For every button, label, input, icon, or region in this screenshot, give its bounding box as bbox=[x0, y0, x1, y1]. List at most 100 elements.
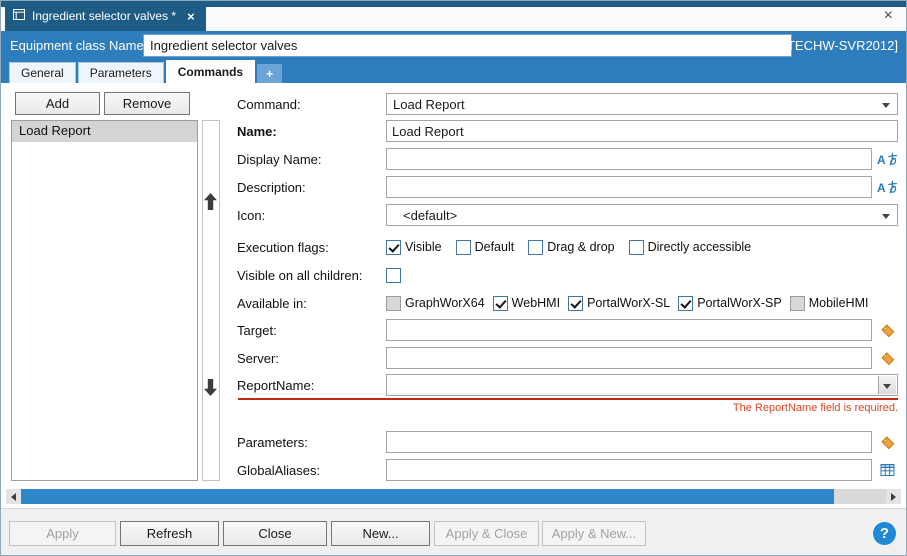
command-combobox[interactable]: Load Report bbox=[386, 93, 898, 115]
window-close-icon[interactable]: × bbox=[884, 8, 893, 24]
refresh-button[interactable]: Refresh bbox=[120, 521, 219, 546]
scroll-right-icon[interactable] bbox=[886, 489, 901, 504]
execution-flags-label: Execution flags: bbox=[237, 240, 386, 255]
checkbox-label: Drag & drop bbox=[547, 240, 614, 254]
report-name-dropdown-button[interactable] bbox=[878, 376, 896, 394]
remove-button[interactable]: Remove bbox=[104, 92, 190, 115]
icon-value: <default> bbox=[403, 208, 457, 223]
move-down-icon[interactable] bbox=[204, 379, 217, 401]
report-name-row: ReportName: bbox=[237, 374, 898, 396]
checkbox-visible-on-all-children[interactable] bbox=[386, 268, 401, 283]
tab-commands[interactable]: Commands bbox=[166, 60, 255, 83]
localization-icon[interactable]: A bbox=[876, 150, 898, 168]
icon-label: Icon: bbox=[237, 208, 386, 223]
parameters-row: Parameters: bbox=[237, 431, 898, 453]
target-input[interactable] bbox=[386, 319, 872, 341]
scrollbar-track[interactable] bbox=[21, 489, 886, 504]
svg-text:A: A bbox=[877, 181, 886, 195]
checkbox-label: Directly accessible bbox=[648, 240, 752, 254]
equipment-class-editor-window: Ingredient selector valves * × × Equipme… bbox=[0, 0, 907, 556]
scroll-left-icon[interactable] bbox=[6, 489, 21, 504]
name-input[interactable] bbox=[386, 120, 898, 142]
checkbox-visible[interactable]: Visible bbox=[386, 240, 442, 255]
data-tag-icon[interactable] bbox=[876, 321, 898, 339]
checkbox-mobilehmi[interactable]: MobileHMI bbox=[790, 296, 869, 311]
global-aliases-input[interactable] bbox=[386, 459, 872, 481]
tab-parameters[interactable]: Parameters bbox=[78, 62, 164, 83]
equipment-class-name-label: Equipment class Name: bbox=[10, 38, 147, 53]
display-name-input[interactable] bbox=[386, 148, 872, 170]
available-in-label: Available in: bbox=[237, 296, 386, 311]
command-label: Command: bbox=[237, 97, 386, 112]
report-name-combobox[interactable] bbox=[386, 374, 898, 396]
global-aliases-row: GlobalAliases: bbox=[237, 459, 898, 481]
checkbox-portalworx-sp[interactable]: PortalWorX-SP bbox=[678, 296, 782, 311]
validation-underline bbox=[238, 398, 898, 400]
equipment-class-name-input[interactable] bbox=[143, 34, 792, 57]
checkbox-box bbox=[678, 296, 693, 311]
data-tag-icon[interactable] bbox=[876, 433, 898, 451]
reorder-strip bbox=[202, 120, 220, 481]
tab-add-new[interactable]: + bbox=[257, 64, 282, 83]
icon-combobox[interactable]: <default> bbox=[386, 204, 898, 226]
svg-text:A: A bbox=[877, 153, 886, 167]
report-name-error-text: The ReportName field is required. bbox=[237, 402, 898, 414]
checkbox-box bbox=[568, 296, 583, 311]
help-button[interactable]: ? bbox=[873, 522, 896, 545]
server-input[interactable] bbox=[386, 347, 872, 369]
localization-icon[interactable]: A bbox=[876, 178, 898, 196]
apply-and-close-button[interactable]: Apply & Close bbox=[434, 521, 539, 546]
close-button[interactable]: Close bbox=[223, 521, 327, 546]
horizontal-scrollbar[interactable] bbox=[6, 489, 901, 504]
footer-bar: Apply Refresh Close New... Apply & Close… bbox=[1, 508, 906, 556]
checkbox-box bbox=[456, 240, 471, 255]
checkbox-box bbox=[386, 240, 401, 255]
list-item[interactable]: Load Report bbox=[12, 121, 197, 142]
checkbox-box bbox=[386, 268, 401, 283]
tab-close-icon[interactable]: × bbox=[187, 9, 195, 24]
checkbox-drag-drop[interactable]: Drag & drop bbox=[528, 240, 614, 255]
checkbox-label: WebHMI bbox=[512, 296, 560, 310]
apply-button[interactable]: Apply bbox=[9, 521, 116, 546]
checkbox-graphworx64[interactable]: GraphWorX64 bbox=[386, 296, 485, 311]
scrollbar-thumb[interactable] bbox=[21, 489, 834, 504]
apply-and-new-button[interactable]: Apply & New... bbox=[542, 521, 646, 546]
tab-general[interactable]: General bbox=[9, 62, 76, 83]
report-name-label: ReportName: bbox=[237, 378, 386, 393]
command-row: Command: Load Report bbox=[237, 93, 898, 115]
checkbox-label: PortalWorX-SL bbox=[587, 296, 670, 310]
document-tab-title: Ingredient selector valves * bbox=[32, 9, 176, 23]
checkbox-box bbox=[493, 296, 508, 311]
available-in-row: Available in: GraphWorX64 WebHMI PortalW… bbox=[237, 292, 898, 314]
checkbox-label: GraphWorX64 bbox=[405, 296, 485, 310]
checkbox-portalworx-sl[interactable]: PortalWorX-SL bbox=[568, 296, 670, 311]
move-up-icon[interactable] bbox=[204, 193, 217, 215]
server-label: Server: bbox=[237, 351, 386, 366]
description-input[interactable] bbox=[386, 176, 872, 198]
name-row: Name: bbox=[237, 120, 898, 142]
icon-row: Icon: <default> bbox=[237, 204, 898, 226]
parameters-input[interactable] bbox=[386, 431, 872, 453]
parameters-label: Parameters: bbox=[237, 435, 386, 450]
target-label: Target: bbox=[237, 323, 386, 338]
chevron-down-icon bbox=[882, 214, 890, 219]
tab-strip: General Parameters Commands + bbox=[1, 60, 906, 83]
document-tab[interactable]: Ingredient selector valves * × bbox=[5, 1, 206, 31]
checkbox-webhmi[interactable]: WebHMI bbox=[493, 296, 560, 311]
target-row: Target: bbox=[237, 319, 898, 341]
aliases-grid-icon[interactable] bbox=[876, 461, 898, 479]
checkbox-directly-accessible[interactable]: Directly accessible bbox=[629, 240, 752, 255]
global-aliases-label: GlobalAliases: bbox=[237, 463, 386, 478]
visible-on-all-children-row: Visible on all children: bbox=[237, 264, 898, 286]
name-label: Name: bbox=[237, 124, 386, 139]
add-button[interactable]: Add bbox=[15, 92, 100, 115]
commands-list[interactable]: Load Report bbox=[11, 120, 198, 481]
data-tag-icon[interactable] bbox=[876, 349, 898, 367]
document-icon bbox=[13, 9, 25, 23]
execution-flags-row: Execution flags: Visible Default Drag & … bbox=[237, 236, 898, 258]
checkbox-box bbox=[790, 296, 805, 311]
checkbox-default[interactable]: Default bbox=[456, 240, 515, 255]
checkbox-box bbox=[386, 296, 401, 311]
checkbox-label: Default bbox=[475, 240, 515, 254]
new-button[interactable]: New... bbox=[331, 521, 430, 546]
